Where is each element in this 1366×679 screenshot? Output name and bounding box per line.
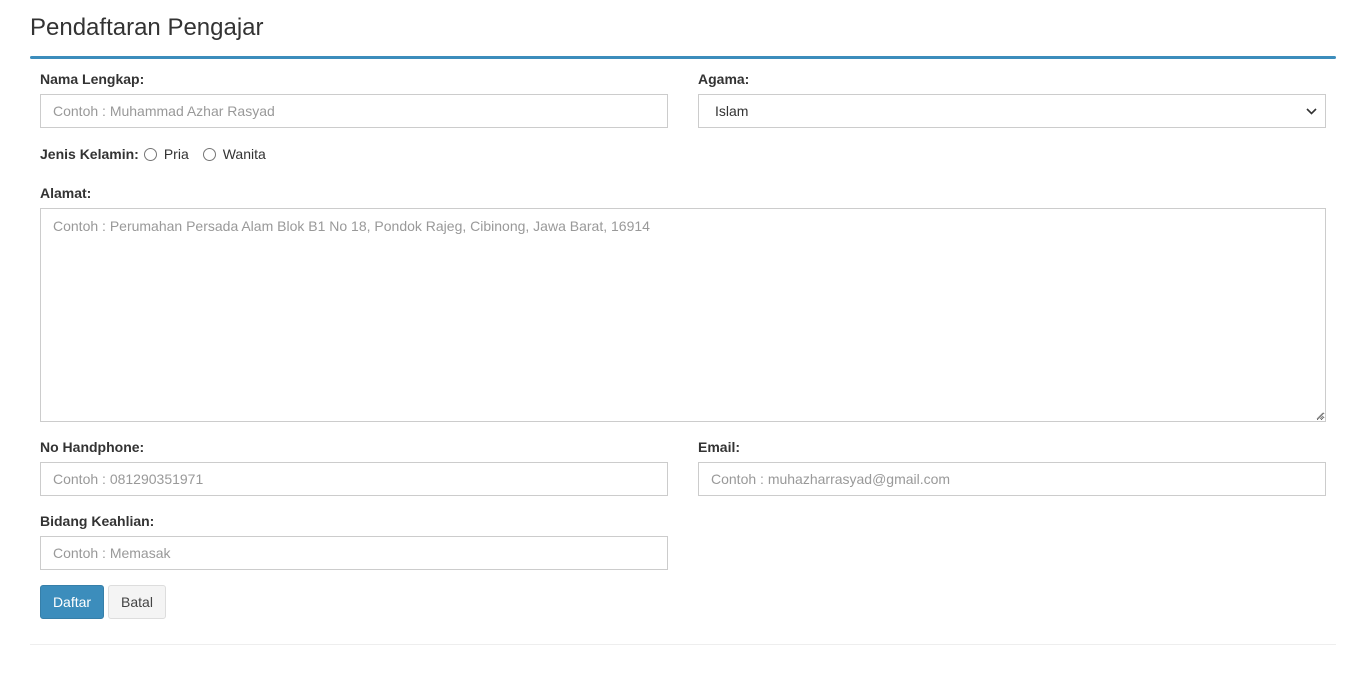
- title-divider: [30, 56, 1336, 59]
- radio-pria-label: Pria: [163, 146, 189, 162]
- page-title: Pendaftaran Pengajar: [30, 14, 264, 41]
- bottom-divider: [30, 644, 1336, 645]
- alamat-wrapper: [40, 208, 1326, 422]
- daftar-button[interactable]: Daftar: [40, 585, 104, 619]
- registration-page: Pendaftaran Pengajar Nama Lengkap: Agama…: [0, 0, 1366, 679]
- email-input[interactable]: [698, 462, 1326, 496]
- keahlian-label: Bidang Keahlian:: [40, 513, 155, 529]
- agama-select[interactable]: Islam: [698, 94, 1326, 128]
- radio-wanita-label: Wanita: [222, 146, 266, 162]
- handphone-label: No Handphone:: [40, 439, 145, 455]
- agama-label: Agama:: [698, 71, 750, 87]
- radio-wanita[interactable]: [202, 147, 216, 161]
- batal-button[interactable]: Batal: [108, 585, 166, 619]
- jenis-kelamin-group: Jenis Kelamin: Pria Wanita: [40, 144, 280, 164]
- chevron-down-icon: [1305, 105, 1317, 117]
- email-label: Email:: [698, 439, 741, 455]
- alamat-label: Alamat:: [40, 185, 92, 201]
- nama-label: Nama Lengkap:: [40, 71, 145, 87]
- jenis-kelamin-label: Jenis Kelamin:: [40, 146, 139, 162]
- handphone-input[interactable]: [40, 462, 668, 496]
- agama-selected-value: Islam: [715, 103, 749, 119]
- radio-pria[interactable]: [143, 147, 157, 161]
- nama-input[interactable]: [40, 94, 668, 128]
- keahlian-input[interactable]: [40, 536, 668, 570]
- alamat-textarea[interactable]: [40, 208, 1326, 422]
